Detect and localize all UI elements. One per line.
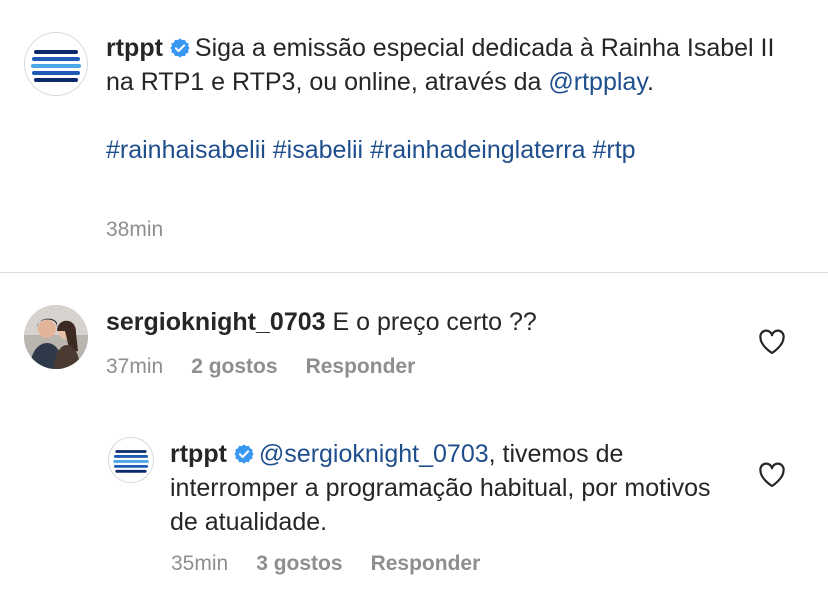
rtp-logo-icon	[31, 50, 81, 82]
rtppt-avatar[interactable]	[108, 437, 154, 483]
hashtag-link[interactable]: #isabelii	[273, 136, 363, 164]
comment-body: E o preço certo ??	[332, 308, 537, 336]
reply-timestamp: 35min	[171, 552, 229, 575]
user-photo-icon	[24, 305, 88, 369]
rtppt-avatar[interactable]	[24, 32, 88, 96]
reply-meta: 35min 3 gostos Responder	[171, 551, 508, 577]
verified-badge-icon	[170, 38, 190, 58]
comment-timestamp: 37min	[106, 355, 164, 378]
heart-icon[interactable]	[758, 462, 786, 488]
hashtag-row: #rainhaisabelii #isabelii #rainhadeingla…	[106, 133, 796, 167]
caption-body: Siga a emissão especial dedicada à Rainh…	[106, 34, 775, 96]
comment-text: sergioknight_0703 E o preço certo ??	[106, 305, 746, 339]
reply-mention-link[interactable]: @sergioknight_0703	[259, 440, 489, 468]
divider	[0, 272, 828, 273]
comment-username[interactable]: sergioknight_0703	[106, 308, 326, 336]
caption-text: rtppt Siga a emissão especial dedicada à …	[106, 31, 796, 167]
hashtag-link[interactable]: #rtp	[592, 136, 635, 164]
reply-button[interactable]: Responder	[371, 552, 481, 575]
caption-end: .	[646, 68, 654, 96]
caption-meta: 38min	[106, 217, 191, 243]
likes-count[interactable]: 2 gostos	[191, 355, 277, 378]
comment-meta: 37min 2 gostos Responder	[106, 354, 443, 380]
rtp-logo-icon	[113, 450, 149, 473]
caption-mention-link[interactable]: @rtpplay	[548, 68, 647, 96]
reply-button[interactable]: Responder	[306, 355, 416, 378]
reply-username[interactable]: rtppt	[170, 440, 227, 468]
reply-text: rtppt @sergioknight_0703, tivemos de inte…	[170, 437, 745, 539]
heart-icon[interactable]	[758, 329, 786, 355]
caption-timestamp: 38min	[106, 218, 164, 241]
hashtag-link[interactable]: #rainhaisabelii	[106, 136, 266, 164]
sergioknight-avatar[interactable]	[24, 305, 88, 369]
likes-count[interactable]: 3 gostos	[256, 552, 342, 575]
hashtag-link[interactable]: #rainhadeinglaterra	[370, 136, 585, 164]
verified-badge-icon	[234, 444, 254, 464]
caption-username[interactable]: rtppt	[106, 34, 163, 62]
